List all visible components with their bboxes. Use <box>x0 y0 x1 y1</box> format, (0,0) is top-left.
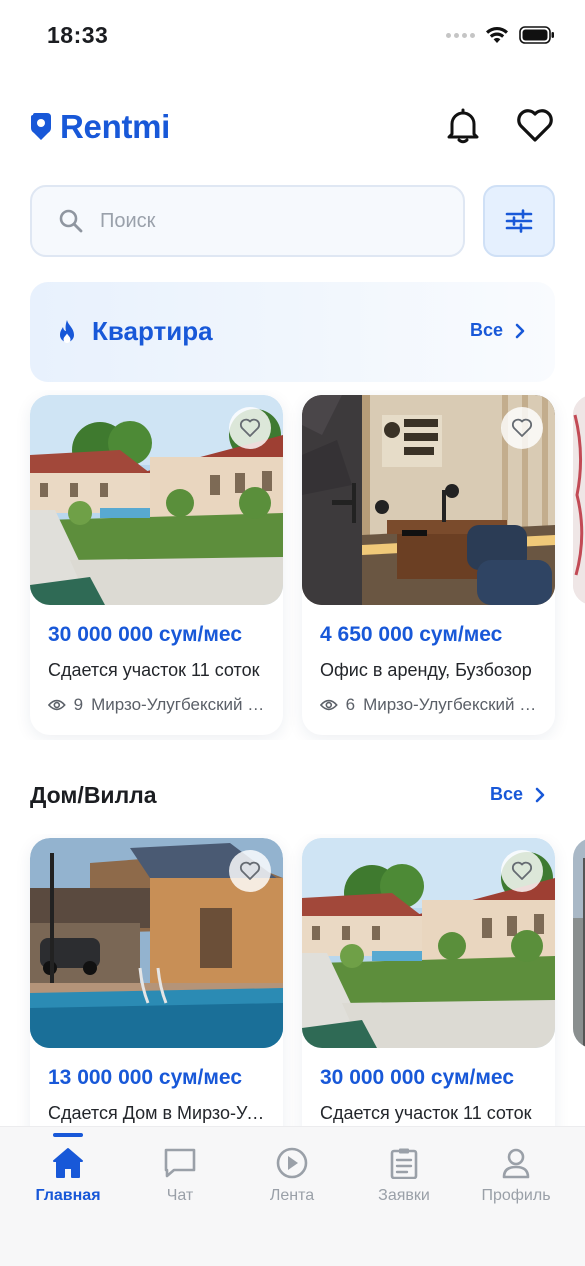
listing-price: 30 000 000 сум/мес <box>320 1066 515 1089</box>
tab-label: Заявки <box>378 1187 430 1204</box>
active-tab-indicator <box>53 1133 83 1137</box>
wifi-icon <box>486 27 508 43</box>
chevron-right-icon <box>515 323 525 338</box>
location-pin-icon <box>31 113 51 140</box>
play-icon <box>276 1147 308 1179</box>
listing-meta: 9 Мирзо-Улугбекский район <box>48 695 270 715</box>
listing-title: Сдается участок 11 соток <box>48 660 260 680</box>
heart-icon <box>239 861 261 880</box>
battery-icon <box>519 26 554 44</box>
bell-icon <box>447 108 479 144</box>
listing-location: Мирзо-Улугбекский район <box>91 695 270 714</box>
see-all-label: Все <box>469 320 503 340</box>
home-icon <box>53 1148 83 1178</box>
apartment-section-banner: Квартира Все <box>30 282 555 382</box>
fire-icon <box>60 319 74 343</box>
views-count: 9 <box>73 695 84 714</box>
favorite-button[interactable] <box>229 850 271 892</box>
favorite-button[interactable] <box>229 407 271 449</box>
favorite-button[interactable] <box>501 850 543 892</box>
see-all-label: Все <box>489 784 523 804</box>
tab-requests[interactable]: Заявки <box>349 1147 459 1217</box>
next-card-peek[interactable] <box>573 838 585 1048</box>
tab-profile[interactable]: Профиль <box>461 1147 571 1217</box>
tab-label: Профиль <box>481 1187 551 1204</box>
chevron-right-icon <box>535 787 545 802</box>
status-icons <box>446 26 555 44</box>
search-input[interactable] <box>100 209 400 233</box>
tab-label: Лента <box>269 1187 315 1204</box>
signal-icon <box>446 32 475 38</box>
profile-icon <box>502 1148 530 1179</box>
filter-button[interactable] <box>483 185 555 257</box>
villa-section-heading: Дом/Вилла Все <box>30 780 555 812</box>
bottom-tab-bar: Главная Чат Лента Заявки Профиль <box>0 1126 585 1266</box>
tab-label: Чат <box>166 1187 194 1204</box>
heart-icon <box>511 861 533 880</box>
tab-feed[interactable]: Лента <box>237 1147 347 1217</box>
listing-price: 30 000 000 сум/мес <box>48 623 243 646</box>
next-card-peek[interactable] <box>573 395 585 605</box>
eye-icon <box>320 699 338 711</box>
search-box[interactable] <box>30 185 465 257</box>
chat-icon <box>164 1148 196 1178</box>
listing-location: Мирзо-Улугбекский район <box>363 695 542 714</box>
search-icon <box>59 209 83 233</box>
listing-meta: 6 Мирзо-Улугбекский район <box>320 695 542 715</box>
favorite-button[interactable] <box>501 407 543 449</box>
filter-icon <box>505 209 533 233</box>
section-title: Дом/Вилла <box>30 782 157 808</box>
notifications-button[interactable] <box>443 106 483 146</box>
eye-icon <box>48 699 66 711</box>
app-header: Rentmi <box>30 100 555 156</box>
banner-title-group: Квартира <box>56 316 213 347</box>
views-count: 6 <box>345 695 356 714</box>
header-actions <box>443 106 555 146</box>
listing-card[interactable]: 30 000 000 сум/мес Сдается участок 11 со… <box>30 395 283 735</box>
see-all-link[interactable]: Все <box>490 784 545 805</box>
listing-card[interactable]: 4 650 000 сум/мес Офис в аренду, Бузбозо… <box>302 395 555 735</box>
logo-text: Rentmi <box>60 108 171 145</box>
tab-chat[interactable]: Чат <box>125 1147 235 1217</box>
villa-card-row: 13 000 000 сум/мес Сдается Дом в Мирзо-У… <box>0 834 585 1126</box>
favorites-button[interactable] <box>515 106 555 146</box>
see-all-link[interactable]: Все <box>470 320 525 341</box>
listing-card[interactable]: 13 000 000 сум/мес Сдается Дом в Мирзо-У… <box>30 838 283 1126</box>
heart-icon <box>511 418 533 437</box>
heart-icon <box>239 418 261 437</box>
status-bar: 18:33 <box>0 0 585 72</box>
logo: Rentmi <box>30 108 170 146</box>
listing-title: Сдается Дом в Мирзо-Улугбеке <box>48 1103 270 1123</box>
listing-title: Сдается участок 11 соток <box>320 1103 532 1123</box>
listing-title: Офис в аренду, Бузбозор <box>320 660 532 680</box>
tab-label: Главная <box>35 1187 101 1204</box>
apartment-card-row: 30 000 000 сум/мес Сдается участок 11 со… <box>0 390 585 740</box>
tab-home[interactable]: Главная <box>13 1147 123 1217</box>
listing-card[interactable]: 30 000 000 сум/мес Сдается участок 11 со… <box>302 838 555 1126</box>
clipboard-icon <box>390 1148 418 1179</box>
search-row <box>30 185 555 257</box>
listing-price: 13 000 000 сум/мес <box>48 1066 243 1089</box>
listing-price: 4 650 000 сум/мес <box>320 623 503 646</box>
section-title: Квартира <box>92 316 213 346</box>
heart-icon <box>517 109 553 142</box>
status-time: 18:33 <box>47 22 109 48</box>
